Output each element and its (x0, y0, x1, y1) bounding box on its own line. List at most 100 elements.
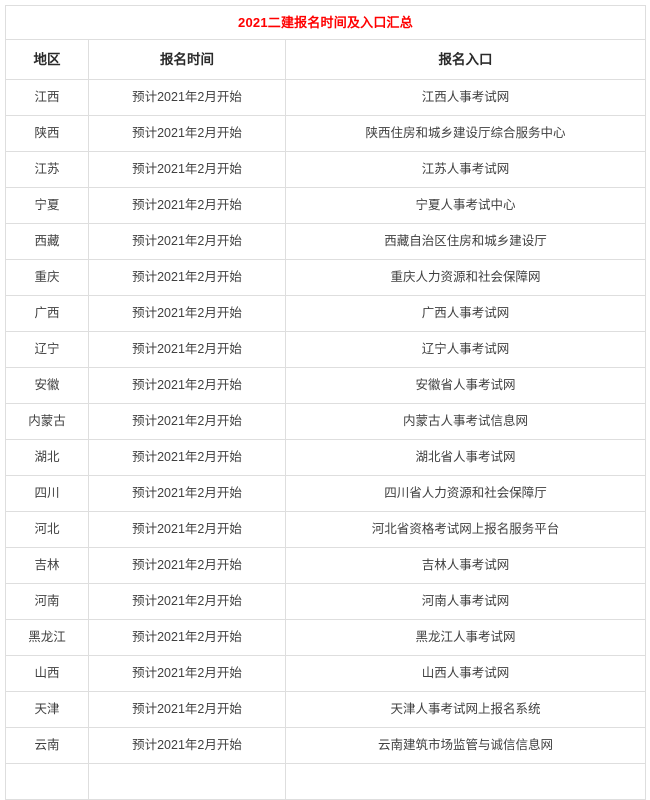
table-title-cell: 2021二建报名时间及入口汇总 (5, 5, 646, 40)
registration-entry: 广西人事考试网 (421, 306, 510, 320)
region-name: 四川 (34, 486, 60, 500)
cell-time: 预计2021年2月开始 (88, 691, 286, 728)
cell-region: 安徽 (5, 367, 89, 404)
cell-entry: 河北省资格考试网上报名服务平台 (285, 511, 646, 548)
cell-time: 预计2021年2月开始 (88, 295, 286, 332)
cell-entry: 内蒙古人事考试信息网 (285, 403, 646, 440)
cell-time (88, 763, 286, 800)
registration-time: 预计2021年2月开始 (132, 234, 242, 248)
cell-time: 预计2021年2月开始 (88, 367, 286, 404)
cell-time: 预计2021年2月开始 (88, 151, 286, 188)
registration-summary-table: 2021二建报名时间及入口汇总 地区 报名时间 报名入口 江西 预计2021年2… (5, 5, 646, 800)
cell-region: 山西 (5, 655, 89, 692)
page-title: 2021二建报名时间及入口汇总 (238, 15, 413, 30)
table-row: 宁夏 预计2021年2月开始 宁夏人事考试中心 (5, 187, 646, 224)
cell-region: 四川 (5, 475, 89, 512)
cell-entry: 西藏自治区住房和城乡建设厅 (285, 223, 646, 260)
cell-time: 预计2021年2月开始 (88, 583, 286, 620)
cell-region: 江苏 (5, 151, 89, 188)
registration-time: 预计2021年2月开始 (132, 414, 242, 428)
cell-entry (285, 763, 646, 800)
registration-time: 预计2021年2月开始 (132, 558, 242, 572)
region-name: 天津 (34, 702, 60, 716)
cell-region: 云南 (5, 727, 89, 764)
region-name: 重庆 (34, 270, 60, 284)
cell-region: 江西 (5, 79, 89, 116)
registration-entry: 天津人事考试网上报名系统 (390, 702, 541, 716)
cell-time: 预计2021年2月开始 (88, 439, 286, 476)
cell-time: 预计2021年2月开始 (88, 403, 286, 440)
table-row: 江西 预计2021年2月开始 江西人事考试网 (5, 79, 646, 116)
region-name: 吉林 (34, 558, 60, 572)
column-header-time: 报名时间 (88, 39, 286, 80)
registration-time: 预计2021年2月开始 (132, 126, 242, 140)
table-row: 黑龙江 预计2021年2月开始 黑龙江人事考试网 (5, 619, 646, 656)
region-name: 山西 (34, 666, 60, 680)
registration-entry: 内蒙古人事考试信息网 (402, 414, 528, 428)
table-title-row: 2021二建报名时间及入口汇总 (5, 5, 646, 40)
cell-time: 预计2021年2月开始 (88, 331, 286, 368)
table-row: 广西 预计2021年2月开始 广西人事考试网 (5, 295, 646, 332)
region-name: 湖北 (34, 450, 60, 464)
registration-time: 预计2021年2月开始 (132, 342, 242, 356)
table-body: 江西 预计2021年2月开始 江西人事考试网 陕西 预计2021年2月开始 陕西… (5, 79, 646, 800)
table-row: 西藏 预计2021年2月开始 西藏自治区住房和城乡建设厅 (5, 223, 646, 260)
table-row: 云南 预计2021年2月开始 云南建筑市场监管与诚信信息网 (5, 727, 646, 764)
registration-entry: 江西人事考试网 (421, 90, 510, 104)
registration-time: 预计2021年2月开始 (132, 90, 242, 104)
region-name: 黑龙江 (28, 630, 66, 644)
table-row: 安徽 预计2021年2月开始 安徽省人事考试网 (5, 367, 646, 404)
cell-entry: 河南人事考试网 (285, 583, 646, 620)
registration-time: 预计2021年2月开始 (132, 162, 242, 176)
cell-region: 辽宁 (5, 331, 89, 368)
region-name: 云南 (34, 738, 60, 752)
cell-time: 预计2021年2月开始 (88, 187, 286, 224)
cell-time: 预计2021年2月开始 (88, 475, 286, 512)
cell-entry: 湖北省人事考试网 (285, 439, 646, 476)
cell-time: 预计2021年2月开始 (88, 259, 286, 296)
cell-region: 内蒙古 (5, 403, 89, 440)
region-name: 河南 (34, 594, 60, 608)
registration-entry: 黑龙江人事考试网 (415, 630, 516, 644)
cell-time: 预计2021年2月开始 (88, 619, 286, 656)
cell-time: 预计2021年2月开始 (88, 655, 286, 692)
registration-time: 预计2021年2月开始 (132, 522, 242, 536)
table-row: 山西 预计2021年2月开始 山西人事考试网 (5, 655, 646, 692)
registration-time: 预计2021年2月开始 (132, 666, 242, 680)
table-row: 河北 预计2021年2月开始 河北省资格考试网上报名服务平台 (5, 511, 646, 548)
region-name: 陕西 (34, 126, 60, 140)
cell-region (5, 763, 89, 800)
table-row: 四川 预计2021年2月开始 四川省人力资源和社会保障厅 (5, 475, 646, 512)
document-page: 2021二建报名时间及入口汇总 地区 报名时间 报名入口 江西 预计2021年2… (0, 0, 650, 800)
table-row: 天津 预计2021年2月开始 天津人事考试网上报名系统 (5, 691, 646, 728)
registration-entry: 四川省人力资源和社会保障厅 (384, 486, 547, 500)
cell-region: 河南 (5, 583, 89, 620)
region-name: 安徽 (34, 378, 60, 392)
table-row: 吉林 预计2021年2月开始 吉林人事考试网 (5, 547, 646, 584)
table-row: 陕西 预计2021年2月开始 陕西住房和城乡建设厅综合服务中心 (5, 115, 646, 152)
region-name: 江西 (34, 90, 60, 104)
registration-entry: 辽宁人事考试网 (421, 342, 510, 356)
registration-time: 预计2021年2月开始 (132, 450, 242, 464)
registration-entry: 云南建筑市场监管与诚信信息网 (377, 738, 553, 752)
cell-time: 预计2021年2月开始 (88, 511, 286, 548)
cell-entry: 重庆人力资源和社会保障网 (285, 259, 646, 296)
table-row: 江苏 预计2021年2月开始 江苏人事考试网 (5, 151, 646, 188)
cell-region: 河北 (5, 511, 89, 548)
registration-entry: 山西人事考试网 (421, 666, 510, 680)
cell-entry: 江苏人事考试网 (285, 151, 646, 188)
registration-entry: 河北省资格考试网上报名服务平台 (371, 522, 560, 536)
table-row: 重庆 预计2021年2月开始 重庆人力资源和社会保障网 (5, 259, 646, 296)
registration-entry: 河南人事考试网 (421, 594, 510, 608)
registration-entry: 安徽省人事考试网 (415, 378, 516, 392)
cell-entry: 广西人事考试网 (285, 295, 646, 332)
cell-entry: 云南建筑市场监管与诚信信息网 (285, 727, 646, 764)
cell-entry: 安徽省人事考试网 (285, 367, 646, 404)
cell-entry: 山西人事考试网 (285, 655, 646, 692)
cell-time: 预计2021年2月开始 (88, 547, 286, 584)
cell-region: 西藏 (5, 223, 89, 260)
cell-region: 天津 (5, 691, 89, 728)
registration-entry: 吉林人事考试网 (421, 558, 510, 572)
column-header-region: 地区 (5, 39, 89, 80)
cell-entry: 吉林人事考试网 (285, 547, 646, 584)
